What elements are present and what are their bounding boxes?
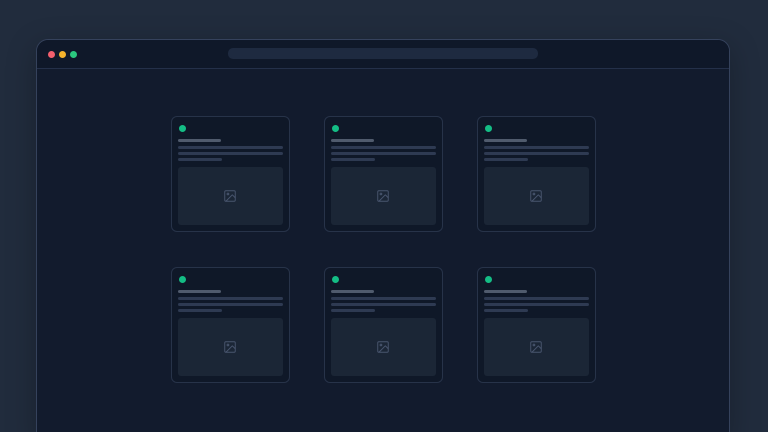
status-dot: [179, 125, 186, 132]
image-placeholder: [484, 167, 589, 225]
text-skeleton-line: [331, 152, 436, 155]
image-icon: [223, 189, 237, 203]
text-skeleton-line: [484, 309, 528, 312]
text-skeleton-line: [178, 146, 283, 149]
placeholder-card-6[interactable]: [477, 267, 596, 383]
status-dot: [179, 276, 186, 283]
address-bar[interactable]: [228, 48, 538, 59]
text-skeleton-line: [484, 152, 589, 155]
status-dot: [485, 276, 492, 283]
minimize-button[interactable]: [59, 51, 66, 58]
text-skeleton-line: [331, 158, 375, 161]
desktop-background: [0, 0, 768, 432]
placeholder-card-2[interactable]: [324, 116, 443, 232]
image-icon: [376, 189, 390, 203]
window-content: [37, 69, 729, 383]
text-skeleton-line: [331, 297, 436, 300]
placeholder-card-1[interactable]: [171, 116, 290, 232]
text-skeleton-line: [178, 303, 283, 306]
window-titlebar[interactable]: [37, 40, 729, 69]
image-placeholder: [178, 167, 283, 225]
image-icon: [529, 189, 543, 203]
image-icon: [223, 340, 237, 354]
text-skeleton-line: [178, 152, 283, 155]
text-skeleton-line: [178, 297, 283, 300]
placeholder-card-4[interactable]: [171, 267, 290, 383]
text-skeleton-line: [484, 146, 589, 149]
text-skeleton-line: [484, 303, 589, 306]
text-skeleton-line: [331, 309, 375, 312]
text-skeleton-line: [331, 303, 436, 306]
text-skeleton-line: [484, 158, 528, 161]
browser-window: [36, 39, 730, 432]
title-skeleton: [331, 139, 374, 142]
image-placeholder: [484, 318, 589, 376]
text-skeleton-line: [331, 146, 436, 149]
placeholder-card-5[interactable]: [324, 267, 443, 383]
status-dot: [485, 125, 492, 132]
image-icon: [376, 340, 390, 354]
maximize-button[interactable]: [70, 51, 77, 58]
window-controls: [48, 51, 77, 58]
image-icon: [529, 340, 543, 354]
text-skeleton-line: [178, 158, 222, 161]
text-skeleton-line: [178, 309, 222, 312]
status-dot: [332, 276, 339, 283]
image-placeholder: [178, 318, 283, 376]
status-dot: [332, 125, 339, 132]
title-skeleton: [178, 290, 221, 293]
card-grid: [37, 116, 729, 383]
placeholder-card-3[interactable]: [477, 116, 596, 232]
title-skeleton: [484, 290, 527, 293]
close-button[interactable]: [48, 51, 55, 58]
text-skeleton-line: [484, 297, 589, 300]
image-placeholder: [331, 318, 436, 376]
image-placeholder: [331, 167, 436, 225]
title-skeleton: [178, 139, 221, 142]
title-skeleton: [331, 290, 374, 293]
title-skeleton: [484, 139, 527, 142]
